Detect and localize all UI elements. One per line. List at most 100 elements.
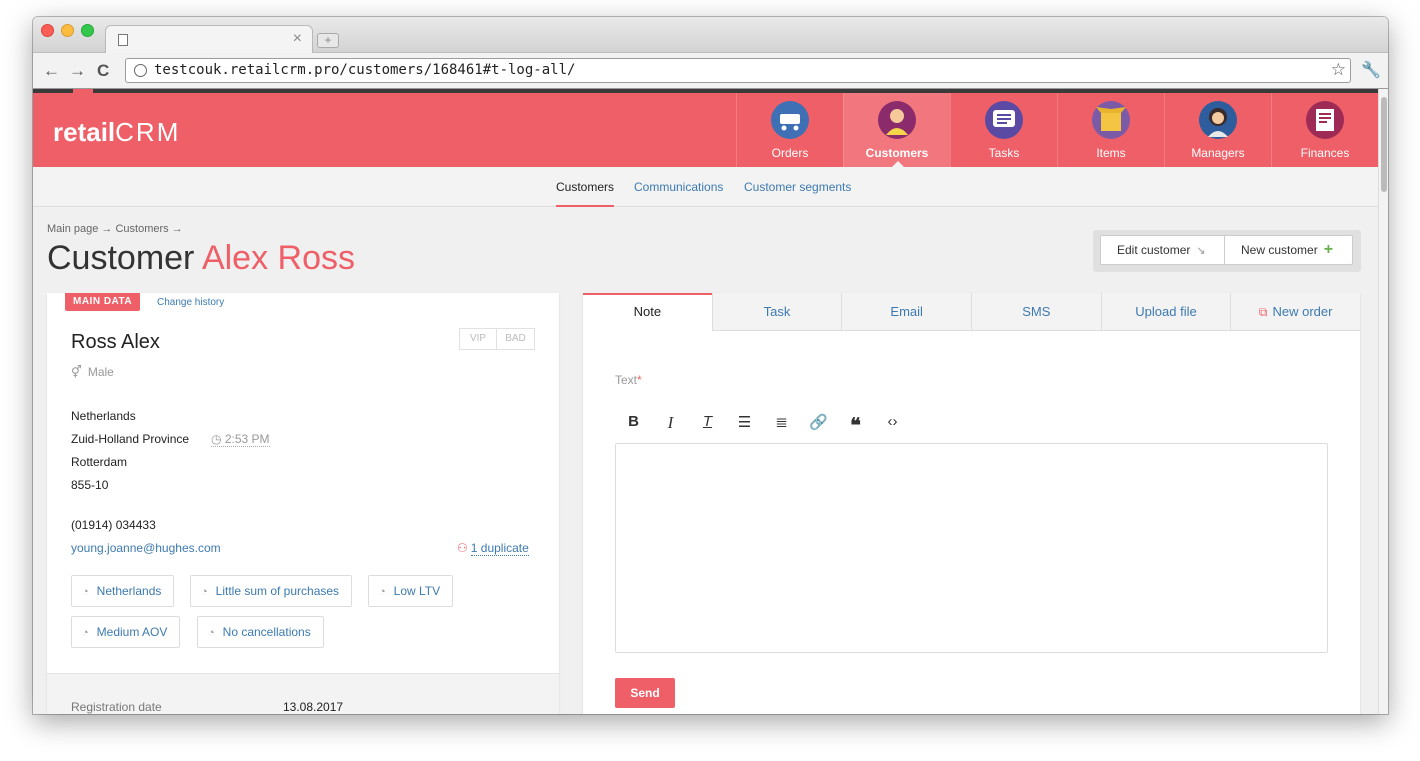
registration-date-value: 13.08.2017 (283, 700, 344, 714)
box-icon (1092, 101, 1130, 139)
segment-tag[interactable]: ◔ No cancellations (197, 616, 324, 648)
registration-date-label: Registration date (71, 700, 162, 714)
external-link-icon: ⧉ (1258, 305, 1268, 319)
customer-local-time: ◷ 2:53 PM (211, 432, 270, 447)
duplicate-users-icon: ⚇ (457, 541, 468, 555)
new-tab-button[interactable]: + (317, 33, 339, 48)
subnav-communications[interactable]: Communications (634, 180, 723, 194)
nav-tasks[interactable]: Tasks (950, 93, 1057, 167)
nav-managers[interactable]: Managers (1164, 93, 1271, 167)
bad-toggle[interactable]: BAD (497, 328, 535, 350)
link-icon[interactable]: 🔗 (800, 413, 837, 438)
person-icon (878, 101, 916, 139)
edit-icon: ↘ (1196, 245, 1206, 257)
wrench-icon[interactable]: 🔧 (1361, 60, 1381, 80)
segment-tag[interactable]: ◔ Little sum of purchases (190, 575, 353, 607)
segment-tag[interactable]: ◔ Medium AOV (71, 616, 181, 648)
browser-titlebar: × + (33, 17, 1388, 54)
segment-pie-icon: ◔ (201, 586, 208, 598)
back-arrow-icon[interactable]: ← (43, 61, 60, 81)
segment-pie-icon: ◔ (379, 586, 386, 598)
app-header: retailCRM Orders Customers Tasks Items M… (33, 89, 1378, 167)
subnav-customer-segments[interactable]: Customer segments (744, 180, 851, 194)
customer-address: 855-10 (71, 478, 109, 492)
segment-tag[interactable]: ◔ Netherlands (71, 575, 175, 607)
customer-details-footer: Registration date 13.08.2017 (47, 673, 559, 714)
customer-email[interactable]: young.joanne@hughes.com (71, 541, 221, 555)
close-tab-icon[interactable]: × (293, 30, 302, 48)
sub-nav: Customers Communications Customer segmen… (33, 167, 1378, 207)
browser-toolbar: ← → C testcouk.retailcrm.pro/customers/1… (33, 53, 1388, 89)
breadcrumb[interactable]: Main page → Customers → (47, 223, 183, 235)
browser-tab[interactable]: × (105, 25, 313, 54)
forward-arrow-icon[interactable]: → (69, 61, 86, 81)
retailcrm-logo[interactable]: retailCRM (53, 117, 180, 148)
chat-icon (985, 101, 1023, 139)
minimize-window-button[interactable] (61, 24, 74, 37)
nav-finances[interactable]: Finances (1271, 93, 1378, 167)
panel-tabs: Note Task Email SMS Upload file ⧉ New ord… (583, 293, 1360, 332)
tab-upload-file[interactable]: Upload file (1100, 293, 1231, 331)
customer-gender: ⚥ Male (71, 365, 114, 379)
send-button[interactable]: Send (615, 678, 675, 708)
bold-icon[interactable]: B (615, 413, 652, 438)
nav-customers[interactable]: Customers (843, 93, 950, 167)
note-text-editor[interactable] (615, 443, 1328, 653)
customer-flags: VIP BAD (459, 328, 535, 350)
clock-icon: ◷ (211, 432, 222, 446)
reload-icon[interactable]: C (97, 61, 109, 81)
document-icon (1306, 101, 1344, 139)
quote-icon[interactable]: ❝ (837, 413, 874, 438)
tab-email[interactable]: Email (841, 293, 971, 331)
subnav-customers[interactable]: Customers (556, 180, 614, 194)
code-icon[interactable]: ‹› (874, 413, 911, 438)
tab-new-order[interactable]: ⧉ New order (1230, 293, 1360, 331)
page-title: Customer Alex Ross (47, 239, 356, 277)
new-customer-button[interactable]: New customer + (1224, 235, 1353, 265)
browser-window: × + ← → C testcouk.retailcrm.pro/custome… (33, 17, 1388, 714)
communication-panel: Note Task Email SMS Upload file ⧉ New ord… (583, 293, 1360, 714)
page-content: retailCRM Orders Customers Tasks Items M… (33, 89, 1378, 714)
cart-icon (771, 101, 809, 139)
page-icon (118, 34, 128, 46)
tab-task[interactable]: Task (711, 293, 842, 331)
duplicate-link[interactable]: ⚇ 1 duplicate (457, 541, 529, 556)
clear-format-icon[interactable]: T (689, 413, 726, 438)
plus-icon: + (1323, 241, 1334, 258)
text-field-label: Text* (615, 373, 642, 387)
gender-icon: ⚥ (71, 365, 82, 379)
bookmark-star-icon[interactable]: ☆ (1331, 60, 1346, 80)
tab-note[interactable]: Note (583, 293, 712, 332)
editor-toolbar: B I T ☰ ≣ 🔗 ❝ ‹› (615, 413, 911, 438)
subnav-active-indicator (556, 205, 614, 207)
page-scrollbar[interactable] (1378, 89, 1388, 714)
italic-icon[interactable]: I (652, 413, 689, 438)
customer-main-card: MAIN DATA Change history VIP BAD Ross Al… (47, 293, 559, 714)
bulleted-list-icon[interactable]: ☰ (726, 413, 763, 438)
segment-pie-icon: ◔ (82, 627, 89, 639)
close-window-button[interactable] (41, 24, 54, 37)
edit-customer-button[interactable]: Edit customer ↘ (1100, 235, 1225, 265)
main-data-badge: MAIN DATA (65, 293, 141, 311)
nav-items[interactable]: Items (1057, 93, 1164, 167)
numbered-list-icon[interactable]: ≣ (763, 413, 800, 438)
globe-icon (134, 64, 147, 77)
segment-pie-icon: ◔ (82, 586, 89, 598)
segment-pie-icon: ◔ (208, 627, 215, 639)
change-history-link[interactable]: Change history (157, 297, 224, 308)
customer-province: Zuid-Holland Province (71, 432, 190, 446)
customer-name: Ross Alex (71, 331, 160, 353)
manager-icon (1199, 101, 1237, 139)
tab-sms[interactable]: SMS (971, 293, 1101, 331)
url-text: testcouk.retailcrm.pro/customers/168461#… (154, 62, 576, 78)
vip-toggle[interactable]: VIP (459, 328, 497, 350)
main-nav: Orders Customers Tasks Items Managers Fi… (736, 93, 1378, 167)
address-bar[interactable]: testcouk.retailcrm.pro/customers/168461#… (125, 58, 1351, 83)
customer-country: Netherlands (71, 409, 136, 423)
customer-actions: Edit customer ↘ New customer + (1093, 230, 1361, 272)
zoom-window-button[interactable] (81, 24, 94, 37)
segment-tag[interactable]: ◔ Low LTV (368, 575, 454, 607)
customer-phone[interactable]: (01914) 034433 (71, 518, 156, 532)
customer-city: Rotterdam (71, 455, 128, 469)
nav-orders[interactable]: Orders (736, 93, 843, 167)
